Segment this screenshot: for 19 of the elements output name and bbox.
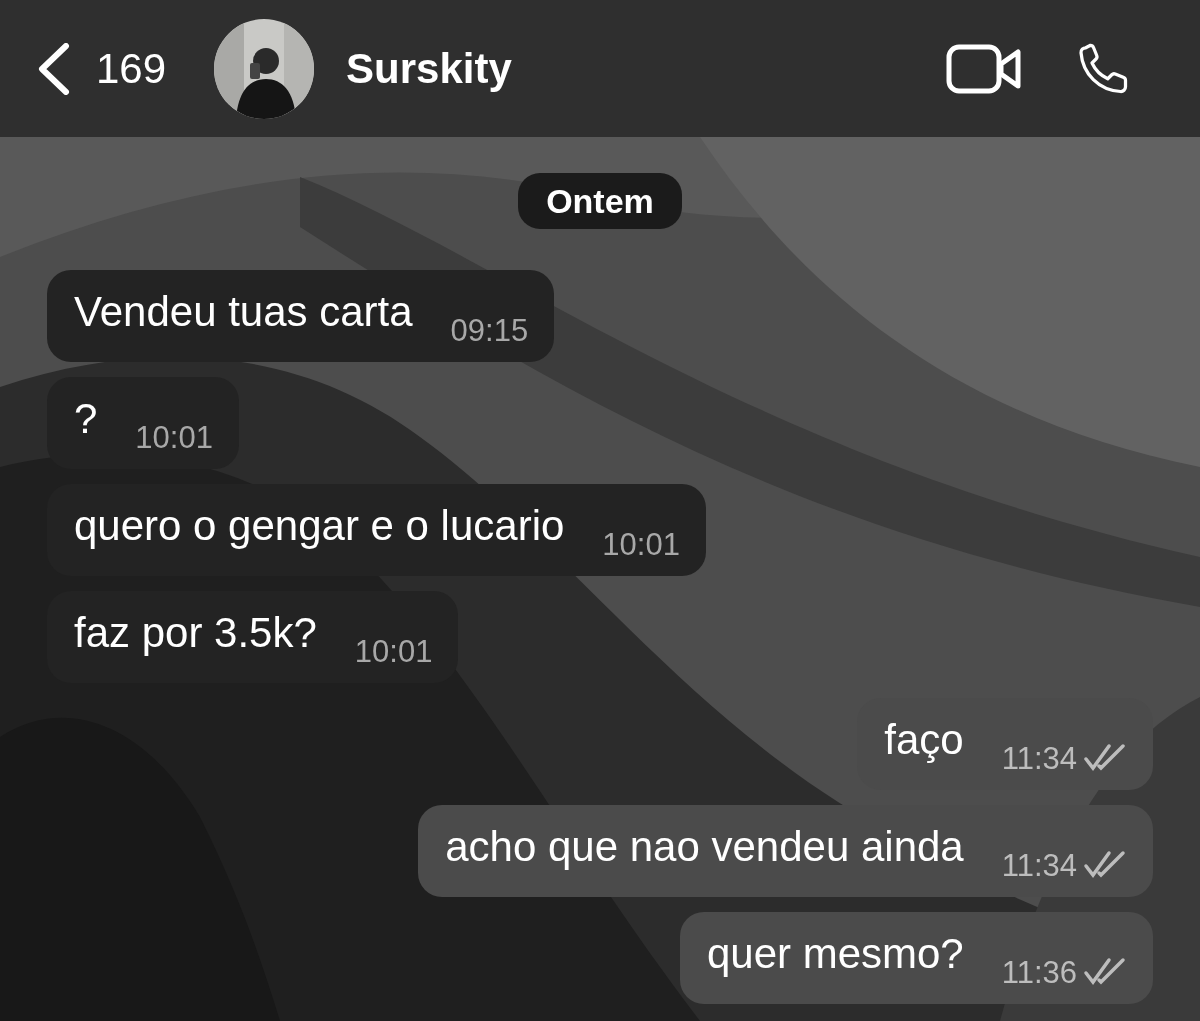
message-time: 10:01 [354,635,433,669]
message-text: faz por 3.5k? [74,609,317,657]
date-label: Ontem [518,173,682,229]
video-camera-icon[interactable] [946,43,1022,94]
message-text: faço [884,716,964,764]
message-text: acho que nao vendeu ainda [445,823,964,871]
message-time: 11:36 [1001,956,1077,990]
message-time: 09:15 [450,314,529,348]
message-time: 11:34 [1001,849,1077,883]
message-time: 10:01 [135,421,213,455]
message-text: quero o gengar e o lucario [74,502,565,550]
chevron-left-icon [36,42,70,95]
back-button[interactable]: 169 [36,37,167,100]
contact-name[interactable]: Surskity [346,37,512,100]
message-time: 11:34 [1001,742,1077,776]
message-text: quer mesmo? [706,930,964,978]
message-text: ? [74,395,98,443]
message-text: Vendeu tuas carta [74,288,413,336]
message-time: 10:01 [602,528,680,562]
